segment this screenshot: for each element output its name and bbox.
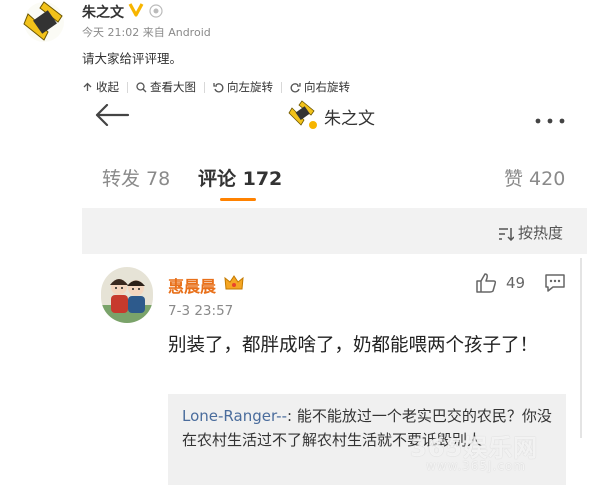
- toolbar-divider: [204, 81, 205, 93]
- verified-badge-icon: [128, 2, 144, 18]
- post-text: 请大家给评评理。: [82, 51, 183, 66]
- rotate-left-label: 向左旋转: [227, 80, 273, 94]
- view-large-button[interactable]: 查看大图: [136, 79, 196, 95]
- commenter-name: 惠晨晨: [168, 277, 217, 296]
- crown-icon: [224, 274, 244, 292]
- comment-time: 7-3 23:57: [168, 303, 234, 319]
- watermark-url: www.365J.com: [426, 459, 527, 473]
- comment-bubble-icon: [544, 273, 566, 293]
- zoom-icon: [136, 81, 147, 92]
- rotate-right-icon: [290, 82, 301, 92]
- collapse-label: 收起: [96, 80, 119, 94]
- rotate-right-label: 向右旋转: [304, 80, 350, 94]
- tab-comment: 评论 172: [198, 168, 283, 190]
- rotate-right-button[interactable]: 向右旋转: [290, 79, 350, 95]
- view-large-label: 查看大图: [150, 80, 196, 94]
- sort-label: 按热度: [518, 224, 564, 242]
- tab-repost: 转发 78: [102, 168, 171, 190]
- scroll-indicator: [580, 258, 582, 438]
- collapse-arrow-icon: [83, 82, 92, 91]
- image-toolbar: 收起 查看大图 向左旋转 向右旋转: [82, 78, 382, 96]
- post-source[interactable]: Android: [168, 26, 211, 39]
- post-source-prefix: 来自: [142, 26, 165, 39]
- rotate-left-icon: [213, 82, 224, 92]
- eye-icon: [148, 3, 164, 18]
- toolbar-divider: [281, 81, 282, 93]
- commenter-avatar: [101, 267, 153, 323]
- sort-icon: [498, 226, 515, 242]
- toolbar-divider: [127, 81, 128, 93]
- watermark: 365娱乐网: [410, 434, 539, 462]
- embedded-screenshot[interactable]: 朱之文 转发 78 评论 172 赞 420 按热度 惠晨晨 7-3 23:57…: [82, 98, 587, 485]
- poster-name[interactable]: 朱之文: [82, 2, 124, 22]
- post-meta: 今天 21:02 来自 Android: [82, 24, 211, 40]
- screenshot-user-avatar: [288, 100, 318, 130]
- tab-like: 赞 420: [504, 168, 566, 190]
- comment-text: 别装了，都胖成啥了，奶都能喂两个孩子了！: [168, 335, 539, 356]
- thumbs-up-icon: [475, 273, 497, 293]
- more-dots-icon: [532, 110, 568, 124]
- poster-avatar[interactable]: [18, 0, 70, 46]
- screenshot-user-name: 朱之文: [324, 109, 375, 129]
- rotate-left-button[interactable]: 向左旋转: [213, 79, 273, 95]
- like-count: 49: [506, 274, 526, 292]
- back-arrow-icon: [94, 103, 130, 127]
- active-tab-indicator: [220, 198, 256, 201]
- post-time[interactable]: 今天 21:02: [82, 26, 139, 39]
- reply-username: Lone-Ranger--: [182, 407, 287, 425]
- collapse-button[interactable]: 收起: [82, 79, 119, 95]
